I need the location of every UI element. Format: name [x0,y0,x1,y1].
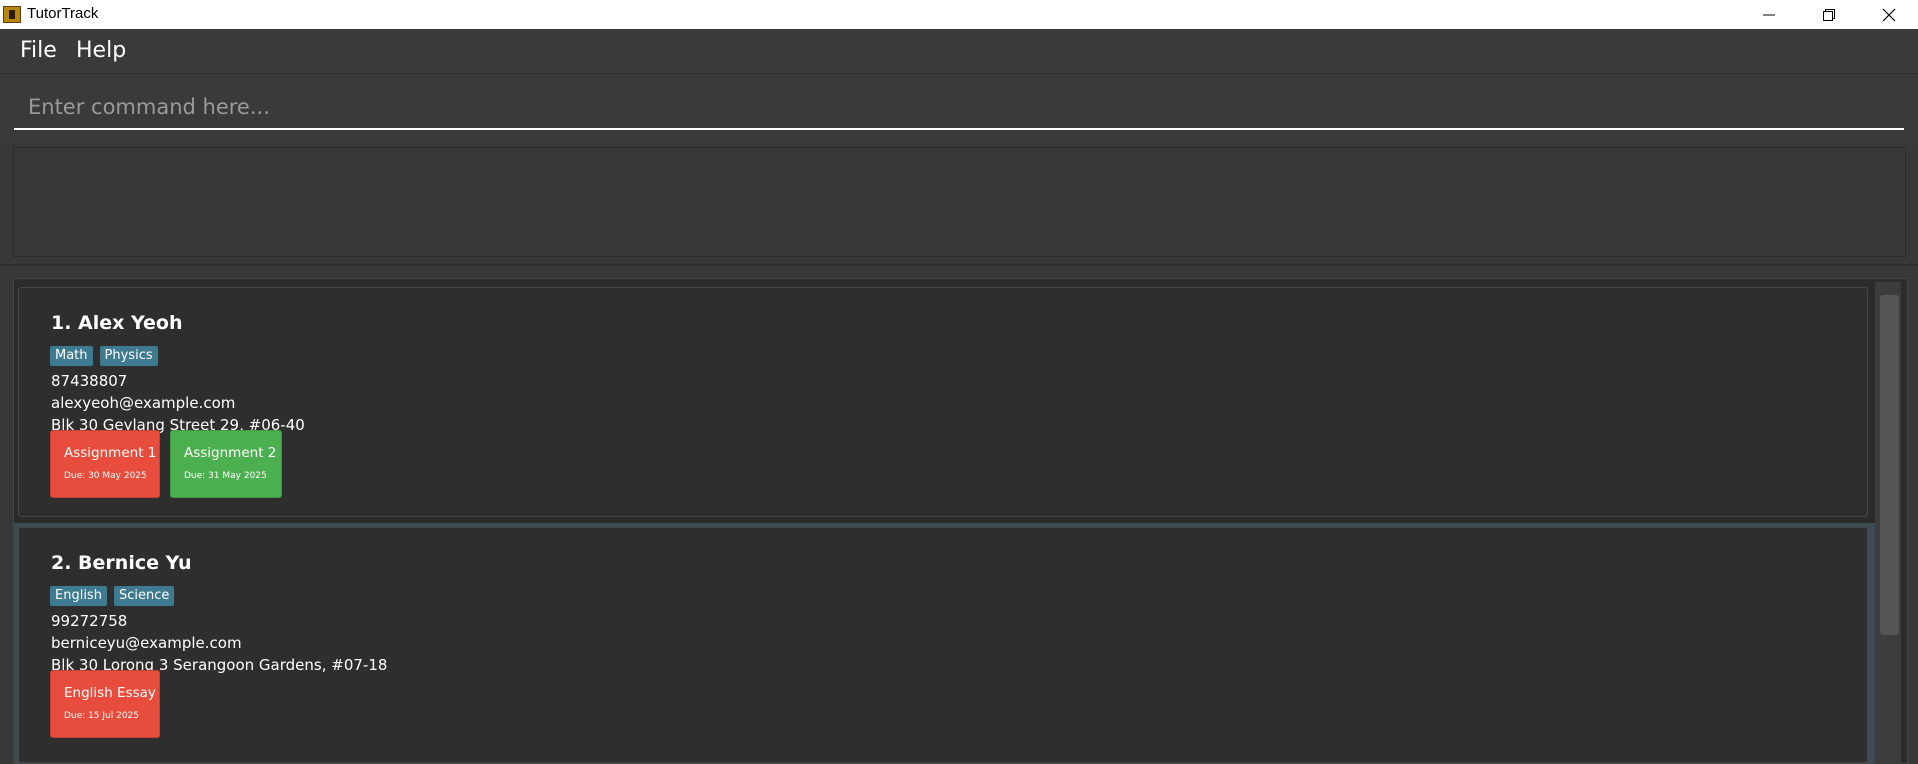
split-divider[interactable] [0,264,1918,266]
tag: Science [113,586,175,606]
assignment-card[interactable]: Assignment 2 Due: 31 May 2025 [170,430,282,498]
person-phone: 99272758 [51,612,128,630]
app-icon [3,6,21,23]
assignment-due: Due: 15 Jul 2025 [64,711,140,721]
person-phone: 87438807 [51,372,128,390]
tag-list: English Science [50,586,175,606]
close-button[interactable] [1860,0,1918,29]
person-card[interactable]: 1. Alex Yeoh Math Physics 87438807 alexy… [18,287,1868,517]
scrollbar-thumb[interactable] [1880,295,1899,635]
person-email: berniceyu@example.com [51,634,242,652]
person-card[interactable]: 2. Bernice Yu English Science 99272758 b… [18,527,1868,763]
command-input[interactable] [14,86,1904,130]
menu-file[interactable]: File [20,38,57,63]
window-title: TutorTrack [27,5,99,22]
tag: English [50,586,107,606]
person-list[interactable]: 1. Alex Yeoh Math Physics 87438807 alexy… [13,278,1908,764]
command-box [0,75,1918,143]
selected-card-highlight: 2. Bernice Yu English Science 99272758 b… [14,523,1876,763]
assignment-list: Assignment 1 Due: 30 May 2025 Assignment… [50,430,282,498]
person-email: alexyeoh@example.com [51,394,236,412]
assignment-due: Due: 31 May 2025 [184,471,267,481]
assignment-title: Assignment 1 [64,445,157,461]
restore-icon [1823,8,1835,21]
tag-list: Math Physics [50,346,158,366]
close-icon [1882,8,1896,21]
assignment-due: Due: 30 May 2025 [64,471,147,481]
tag: Math [50,346,93,366]
assignment-list: English Essay Due: 15 Jul 2025 [50,670,160,738]
menu-help[interactable]: Help [76,38,126,63]
menu-bar: File Help [0,29,1918,74]
result-display [13,147,1906,257]
assignment-title: Assignment 2 [184,445,277,461]
title-bar: TutorTrack [0,0,1918,29]
minimize-button[interactable] [1740,0,1798,29]
assignment-card[interactable]: English Essay Due: 15 Jul 2025 [50,670,160,738]
person-name: 1. Alex Yeoh [51,312,183,334]
assignment-title: English Essay [64,685,156,701]
person-name: 2. Bernice Yu [51,552,192,574]
assignment-card[interactable]: Assignment 1 Due: 30 May 2025 [50,430,160,498]
tag: Physics [99,346,158,366]
restore-button[interactable] [1800,0,1858,29]
minimize-icon [1763,14,1775,15]
result-display-panel [0,143,1918,264]
